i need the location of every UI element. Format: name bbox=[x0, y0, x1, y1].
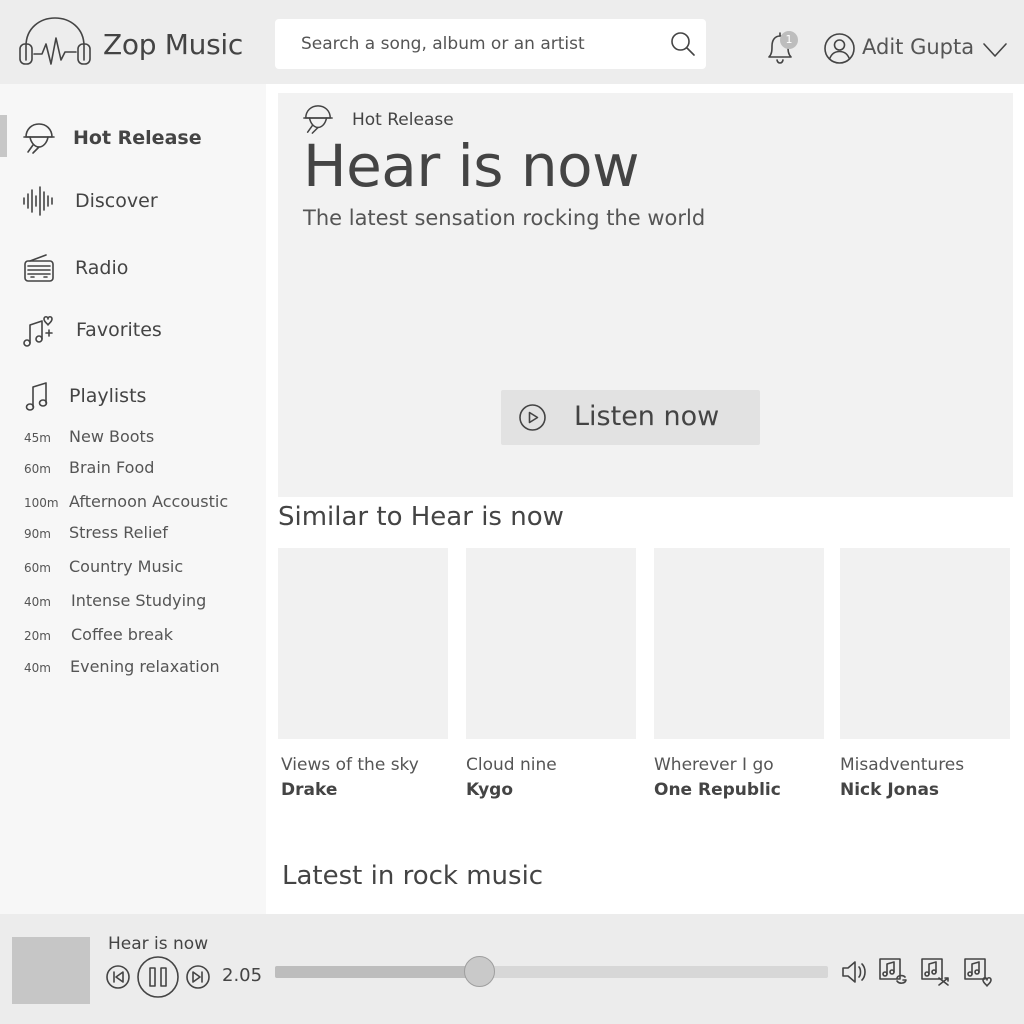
now-playing-art bbox=[12, 937, 90, 1004]
progress-fill bbox=[275, 966, 480, 978]
playlist-item[interactable]: 45m New Boots bbox=[0, 425, 266, 451]
playlist-item[interactable]: 90m Stress Relief bbox=[0, 521, 266, 547]
playlist-duration: 40m bbox=[24, 595, 51, 609]
sidebar-item-radio[interactable]: Radio bbox=[0, 245, 266, 291]
play-circle-icon bbox=[519, 404, 546, 431]
sidebar-item-label: Hot Release bbox=[73, 127, 202, 149]
repeat-icon[interactable] bbox=[879, 958, 907, 986]
hero-tag: Hot Release bbox=[352, 110, 454, 130]
song-card[interactable]: Views of the sky Drake bbox=[278, 548, 448, 800]
album-art bbox=[466, 548, 636, 739]
progress-handle[interactable] bbox=[464, 956, 496, 987]
sidebar-item-playlists[interactable]: Playlists bbox=[0, 373, 266, 419]
playlist-name: Evening relaxation bbox=[70, 657, 220, 676]
hero-title: Hear is now bbox=[303, 132, 640, 200]
radio-icon bbox=[24, 254, 54, 282]
playlist-name: Stress Relief bbox=[69, 523, 168, 542]
headphones-logo-icon[interactable] bbox=[18, 16, 92, 68]
playlist-name: Afternoon Accoustic bbox=[69, 492, 229, 511]
progress-track[interactable] bbox=[275, 966, 828, 978]
hero-subtitle: The latest sensation rocking the world bbox=[303, 206, 706, 230]
pause-icon[interactable] bbox=[137, 956, 179, 998]
artist-name: Nick Jonas bbox=[840, 780, 940, 800]
sidebar-item-hot-release[interactable]: Hot Release bbox=[0, 115, 266, 161]
song-title: Cloud nine bbox=[466, 755, 557, 775]
artist-name: Drake bbox=[281, 780, 338, 800]
notification-badge: 1 bbox=[780, 31, 798, 49]
artist-name: Kygo bbox=[466, 780, 514, 800]
favorite-track-icon[interactable] bbox=[964, 958, 992, 987]
playlist-duration: 60m bbox=[24, 561, 51, 575]
playlist-item[interactable]: 20m Coffee break bbox=[0, 623, 266, 649]
playlist-name: Country Music bbox=[69, 557, 184, 576]
user-name[interactable]: Adit Gupta bbox=[862, 35, 974, 59]
soundwave-icon bbox=[23, 186, 53, 216]
hot-release-icon bbox=[23, 123, 55, 154]
sidebar-item-favorites[interactable]: Favorites bbox=[0, 307, 266, 353]
playlist-duration: 90m bbox=[24, 527, 51, 541]
app-name[interactable]: Zop Music bbox=[103, 28, 243, 61]
user-avatar-icon[interactable] bbox=[824, 33, 855, 64]
playlist-item[interactable]: 40m Intense Studying bbox=[0, 589, 266, 615]
album-art bbox=[278, 548, 448, 739]
playlist-item[interactable]: 60m Brain Food bbox=[0, 456, 266, 482]
song-title: Wherever I go bbox=[654, 755, 774, 775]
sidebar: Hot Release Discover Radio Favorites Pla… bbox=[0, 84, 266, 914]
sidebar-item-label: Favorites bbox=[76, 319, 162, 341]
artist-name: One Republic bbox=[654, 780, 781, 800]
playlist-name: Coffee break bbox=[71, 625, 174, 644]
song-card[interactable]: Wherever I go One Republic bbox=[654, 548, 824, 800]
playlist-name: New Boots bbox=[69, 427, 155, 446]
listen-now-label: Listen now bbox=[574, 401, 720, 432]
song-title: Views of the sky bbox=[281, 755, 419, 775]
next-track-icon[interactable] bbox=[186, 965, 210, 989]
playlist-duration: 100m bbox=[24, 496, 59, 510]
song-card[interactable]: Cloud nine Kygo bbox=[466, 548, 636, 800]
previous-track-icon[interactable] bbox=[106, 965, 130, 989]
album-art bbox=[654, 548, 824, 739]
playlist-name: Brain Food bbox=[69, 458, 155, 477]
playlist-name: Intense Studying bbox=[71, 591, 207, 610]
song-card[interactable]: Misadventures Nick Jonas bbox=[840, 548, 1010, 800]
playlist-duration: 60m bbox=[24, 462, 51, 476]
playlist-item[interactable]: 60m Country Music bbox=[0, 555, 266, 581]
sidebar-item-label: Playlists bbox=[69, 385, 147, 407]
chevron-down-icon[interactable] bbox=[983, 42, 1007, 58]
elapsed-time: 2.05 bbox=[222, 965, 263, 986]
playlist-item[interactable]: 40m Evening relaxation bbox=[0, 655, 266, 681]
search-input[interactable] bbox=[301, 30, 661, 58]
music-heart-icon bbox=[23, 315, 53, 347]
shuffle-icon[interactable] bbox=[921, 958, 949, 986]
search-box bbox=[275, 19, 706, 69]
hot-release-icon bbox=[303, 105, 333, 134]
top-header: Zop Music 1 Adit Gupta bbox=[0, 0, 1024, 84]
album-art bbox=[840, 548, 1010, 739]
search-icon[interactable] bbox=[670, 31, 696, 57]
playlist-duration: 45m bbox=[24, 431, 51, 445]
section-title-similar: Similar to Hear is now bbox=[278, 502, 564, 532]
sidebar-item-discover[interactable]: Discover bbox=[0, 178, 266, 224]
sidebar-item-label: Discover bbox=[75, 190, 158, 212]
now-playing-title: Hear is now bbox=[108, 934, 209, 954]
playlist-duration: 20m bbox=[24, 629, 51, 643]
song-title: Misadventures bbox=[840, 755, 965, 775]
volume-icon[interactable] bbox=[840, 958, 868, 986]
section-title-latest: Latest in rock music bbox=[282, 861, 544, 891]
playlist-duration: 40m bbox=[24, 661, 51, 675]
listen-now-button[interactable]: Listen now bbox=[501, 390, 760, 445]
player-bar: Hear is now 2.05 bbox=[0, 914, 1024, 1024]
music-note-icon bbox=[25, 382, 48, 411]
playlist-item[interactable]: 100m Afternoon Accoustic bbox=[0, 490, 266, 516]
sidebar-item-label: Radio bbox=[75, 257, 129, 279]
